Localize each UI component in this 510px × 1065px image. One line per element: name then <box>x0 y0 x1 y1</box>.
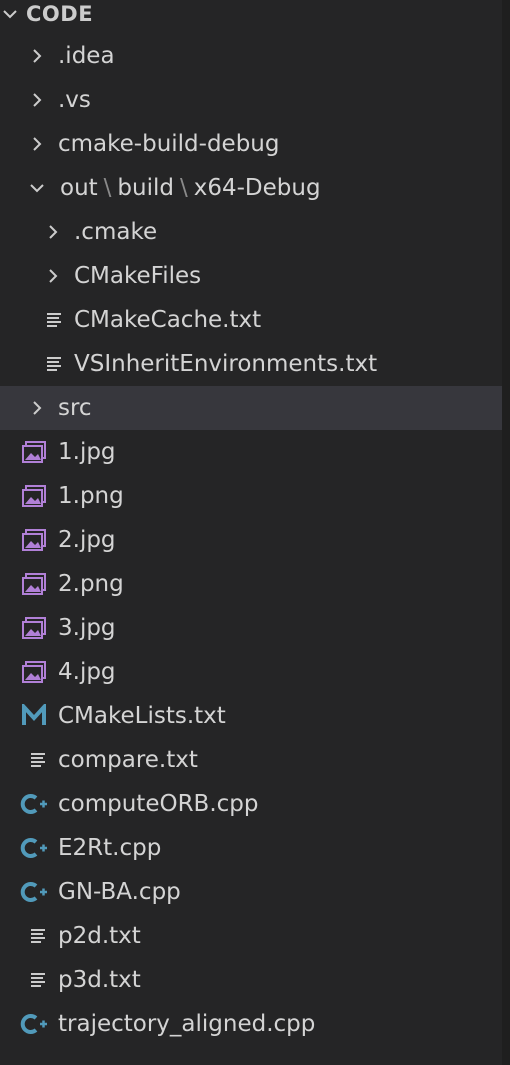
tree-folder-out-build-x64-debug[interactable]: out \ build \ x64-Debug <box>0 166 502 210</box>
file-tree: .idea .vs cmake-build-debug out \ build \ x6… <box>0 34 502 1046</box>
file-label: CMakeLists.txt <box>58 703 226 729</box>
path-segment-x64-debug[interactable]: x64-Debug <box>194 175 321 201</box>
tree-folder-src[interactable]: src <box>0 386 502 430</box>
image-file-icon <box>20 438 48 466</box>
file-label: E2Rt.cpp <box>58 835 162 861</box>
tree-file-2-jpg[interactable]: 2.jpg <box>0 518 502 562</box>
path-separator: \ <box>103 175 112 201</box>
tree-folder-idea[interactable]: .idea <box>0 34 502 78</box>
text-file-icon <box>24 922 52 950</box>
tree-folder-cmake[interactable]: .cmake <box>0 210 502 254</box>
tree-file-4-jpg[interactable]: 4.jpg <box>0 650 502 694</box>
file-label: p2d.txt <box>58 923 141 949</box>
image-file-icon <box>20 482 48 510</box>
folder-label: .vs <box>58 87 91 113</box>
text-file-icon <box>24 966 52 994</box>
chevron-right-icon <box>42 265 64 287</box>
folder-label: CMakeFiles <box>74 263 202 289</box>
path-segment-out[interactable]: out <box>60 175 98 201</box>
file-label: CMakeCache.txt <box>74 307 262 333</box>
chevron-right-icon <box>26 133 48 155</box>
file-label: 3.jpg <box>58 615 116 641</box>
tree-file-gn-ba[interactable]: GN-BA.cpp <box>0 870 502 914</box>
folder-label: .idea <box>58 43 115 69</box>
folder-label: .cmake <box>74 219 158 245</box>
tree-file-computeorb[interactable]: computeORB.cpp <box>0 782 502 826</box>
explorer-panel: CODE .idea .vs cmake-build-debug out \ b… <box>0 0 510 1065</box>
tree-folder-cmake-build-debug[interactable]: cmake-build-debug <box>0 122 502 166</box>
tree-file-3-jpg[interactable]: 3.jpg <box>0 606 502 650</box>
tree-file-1-png[interactable]: 1.png <box>0 474 502 518</box>
text-file-icon <box>24 746 52 774</box>
chevron-right-icon <box>26 89 48 111</box>
file-label: 1.png <box>58 483 124 509</box>
file-label: GN-BA.cpp <box>58 879 181 905</box>
file-label: trajectory_aligned.cpp <box>58 1011 316 1037</box>
cpp-file-icon <box>20 1010 48 1038</box>
cpp-file-icon <box>20 878 48 906</box>
tree-folder-vs[interactable]: .vs <box>0 78 502 122</box>
cpp-file-icon <box>20 790 48 818</box>
chevron-right-icon <box>26 45 48 67</box>
path-separator: \ <box>179 175 188 201</box>
file-label: computeORB.cpp <box>58 791 259 817</box>
image-file-icon <box>20 658 48 686</box>
tree-file-e2rt[interactable]: E2Rt.cpp <box>0 826 502 870</box>
text-file-icon <box>40 306 68 334</box>
compact-folder-path: out \ build \ x64-Debug <box>60 175 321 201</box>
vertical-scrollbar[interactable] <box>502 0 510 1065</box>
chevron-down-icon <box>26 177 48 199</box>
tree-file-2-png[interactable]: 2.png <box>0 562 502 606</box>
tree-file-vsinheritenvironments[interactable]: VSInheritEnvironments.txt <box>0 342 502 386</box>
path-segment-build[interactable]: build <box>117 175 174 201</box>
chevron-right-icon <box>26 397 48 419</box>
file-label: p3d.txt <box>58 967 141 993</box>
tree-file-trajectory-aligned[interactable]: trajectory_aligned.cpp <box>0 1002 502 1046</box>
folder-label: src <box>58 395 92 421</box>
folder-label: cmake-build-debug <box>58 131 280 157</box>
tree-file-1-jpg[interactable]: 1.jpg <box>0 430 502 474</box>
image-file-icon <box>20 570 48 598</box>
tree-file-cmakelists[interactable]: CMakeLists.txt <box>0 694 502 738</box>
file-label: VSInheritEnvironments.txt <box>74 351 378 377</box>
file-label: compare.txt <box>58 747 198 773</box>
file-label: 2.png <box>58 571 124 597</box>
file-label: 1.jpg <box>58 439 116 465</box>
tree-file-p2d[interactable]: p2d.txt <box>0 914 502 958</box>
cpp-file-icon <box>20 834 48 862</box>
explorer-section-header[interactable]: CODE <box>0 0 502 28</box>
cmake-file-icon <box>20 702 48 730</box>
tree-folder-cmakefiles[interactable]: CMakeFiles <box>0 254 502 298</box>
tree-file-cmakecache[interactable]: CMakeCache.txt <box>0 298 502 342</box>
image-file-icon <box>20 526 48 554</box>
file-label: 4.jpg <box>58 659 116 685</box>
explorer-section-title: CODE <box>26 2 94 26</box>
tree-file-compare[interactable]: compare.txt <box>0 738 502 782</box>
chevron-right-icon <box>42 221 64 243</box>
image-file-icon <box>20 614 48 642</box>
text-file-icon <box>40 350 68 378</box>
tree-file-p3d[interactable]: p3d.txt <box>0 958 502 1002</box>
file-label: 2.jpg <box>58 527 116 553</box>
chevron-down-icon <box>0 0 24 28</box>
